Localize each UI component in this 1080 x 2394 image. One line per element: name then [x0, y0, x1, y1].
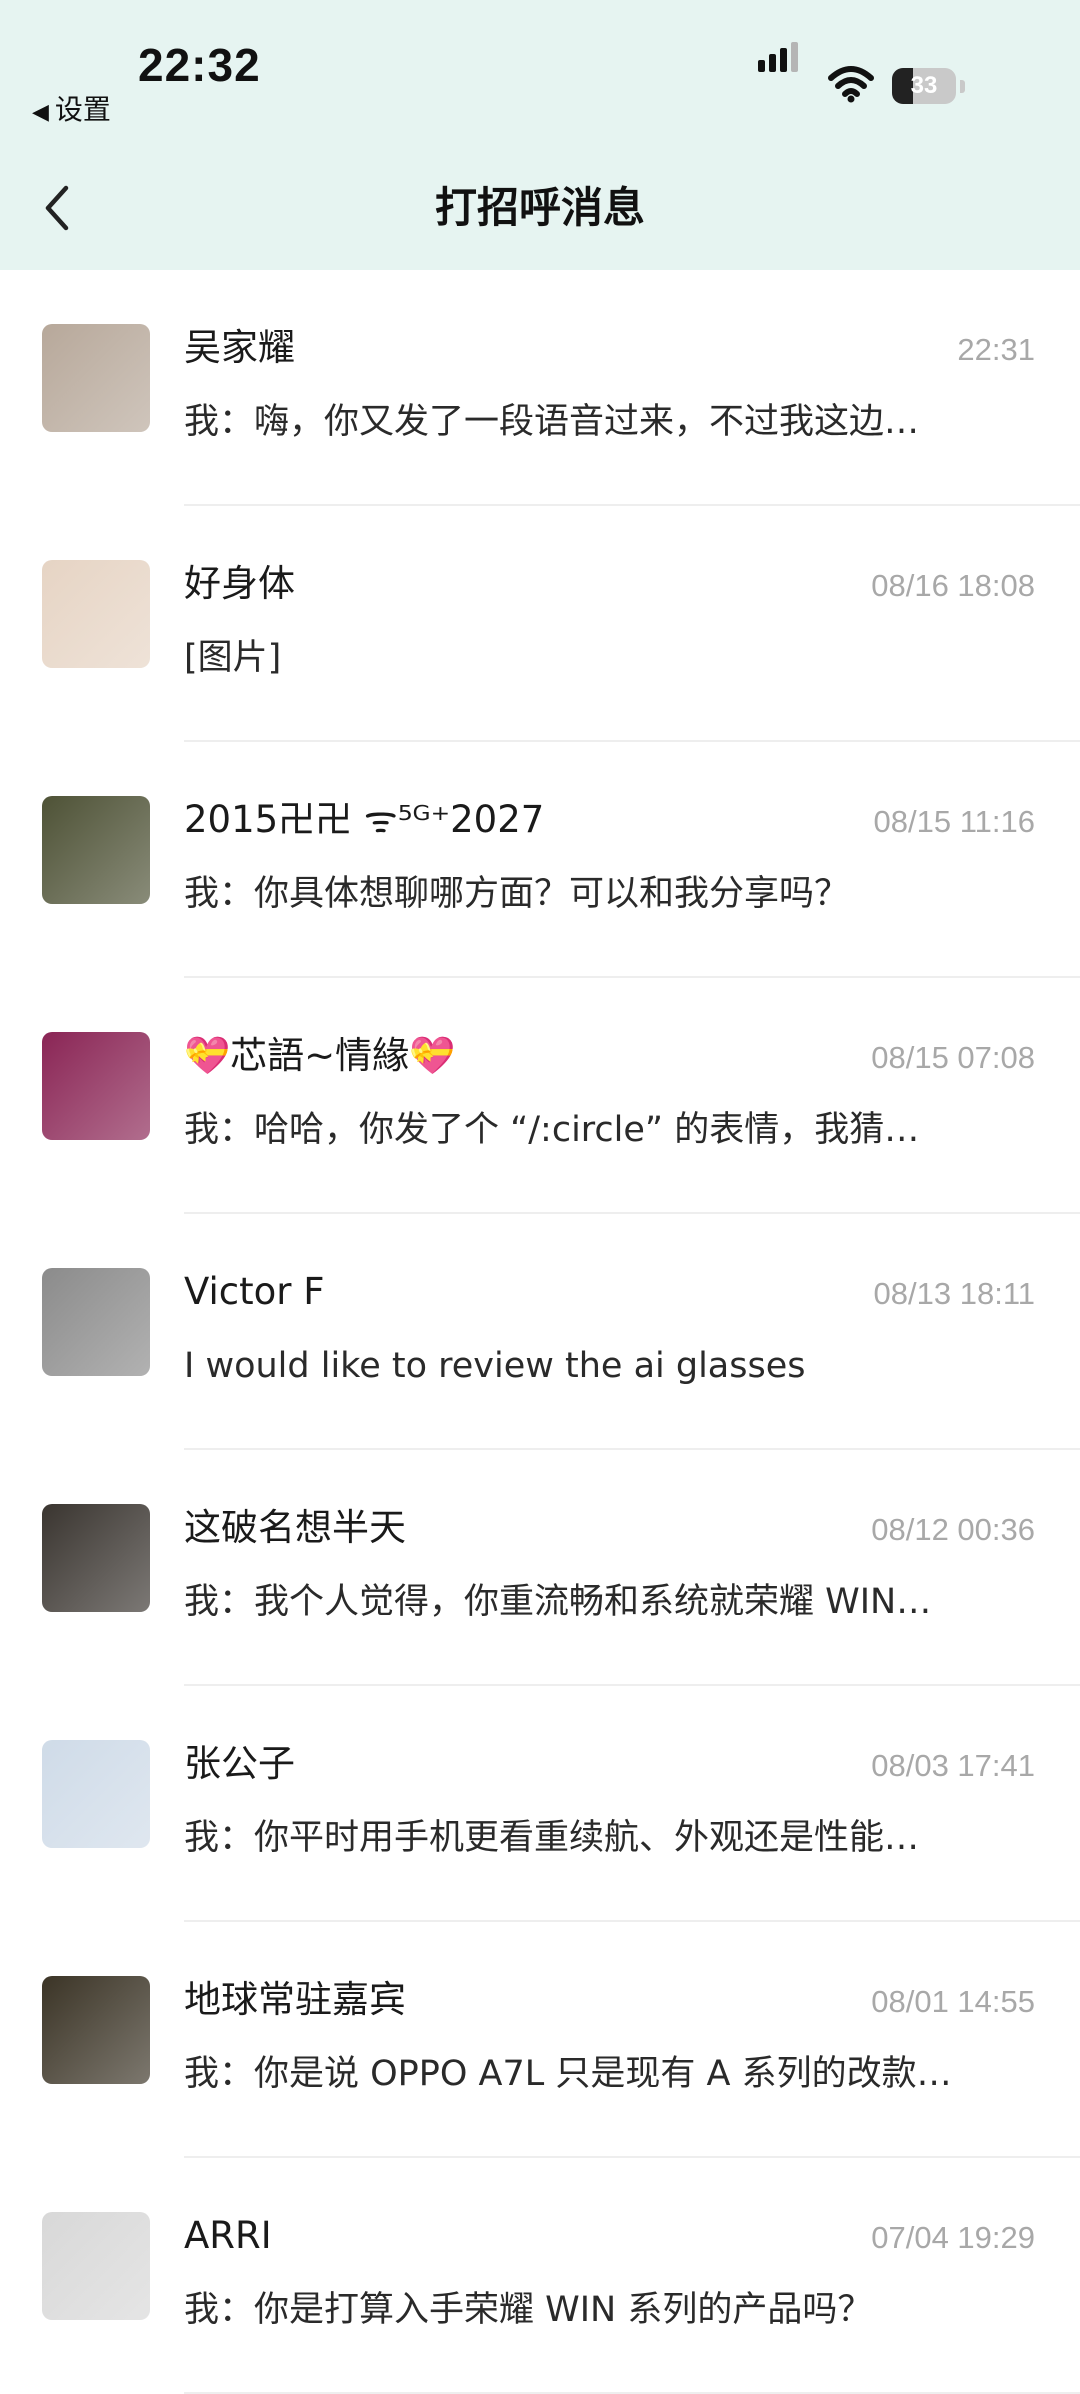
message-preview: 我：你是打算入手荣耀 WIN 系列的产品吗？: [184, 2290, 873, 2330]
photo-grid-avatar[interactable]: [42, 1504, 150, 1612]
status-time: 22:32: [138, 39, 261, 91]
message-preview: 我：你具体想聊哪方面？可以和我分享吗？: [184, 874, 850, 914]
family-photo-avatar[interactable]: [42, 324, 150, 432]
message-preview: 我：嗨，你又发了一段语音过来，不过我这边…: [184, 402, 920, 442]
contact-name: ARRI: [184, 2214, 272, 2257]
message-preview: 我：哈哈，你发了个 “/:circle” 的表情，我猜…: [184, 1110, 920, 1150]
contact-name: 💝芯語~情緣💝: [184, 1034, 456, 1077]
back-app-label: 设置: [54, 93, 111, 126]
man-portrait-avatar[interactable]: [42, 1268, 150, 1376]
conversation-row[interactable]: 地球常驻嘉宾 08/01 14:55 我：你是说 OPPO A7L 只是现有 A 系…: [0, 1922, 1080, 2158]
conversation-row[interactable]: 2015卍卍 ᯤ⁵ᴳ⁺2027 08/15 11:16 我：你具体想聊哪方面？可以和…: [0, 742, 1080, 978]
message-preview: [图片]: [184, 638, 282, 678]
conversation-row[interactable]: Victor F 08/13 18:11 I would like to revie…: [0, 1214, 1080, 1450]
message-time: 08/01 14:55: [871, 1984, 1035, 2019]
battery-level: 33: [910, 72, 938, 99]
contact-name: 吴家耀: [184, 326, 295, 369]
contact-name: 地球常驻嘉宾: [184, 1978, 406, 2021]
message-time: 08/13 18:11: [873, 1276, 1035, 1311]
message-time: 08/15 11:16: [873, 804, 1035, 839]
back-triangle-icon: ◀: [32, 100, 49, 125]
baby-photo-avatar[interactable]: [42, 560, 150, 668]
status-icons: 33: [758, 42, 988, 110]
camo-soldier-avatar[interactable]: [42, 796, 150, 904]
battery-icon: 33: [892, 68, 956, 104]
man-with-camera-avatar[interactable]: [42, 2212, 150, 2320]
message-time: 22:31: [957, 332, 1035, 367]
message-time: 07/04 19:29: [871, 2220, 1035, 2255]
boy-with-cat-avatar[interactable]: [42, 1740, 150, 1848]
costume-portrait-avatar[interactable]: [42, 1032, 150, 1140]
contact-name: 2015卍卍 ᯤ⁵ᴳ⁺2027: [184, 798, 545, 841]
message-time: 08/12 00:36: [871, 1512, 1035, 1547]
sunglasses-man-avatar[interactable]: [42, 1976, 150, 2084]
message-preview: 我：我个人觉得，你重流畅和系统就荣耀 WIN…: [184, 1582, 932, 1622]
contact-name: 好身体: [184, 562, 295, 605]
page-title: 打招呼消息: [434, 183, 645, 232]
wifi-icon: [828, 66, 874, 103]
conversation-row[interactable]: 这破名想半天 08/12 00:36 我：我个人觉得，你重流畅和系统就荣耀 WIN…: [0, 1450, 1080, 1686]
conversation-row[interactable]: 好身体 08/16 18:08 [图片]: [0, 506, 1080, 742]
contact-name: Victor F: [184, 1270, 325, 1313]
contact-name: 张公子: [184, 1742, 295, 1785]
message-time: 08/15 07:08: [871, 1040, 1035, 1075]
battery-tip: [960, 80, 965, 93]
conversation-row[interactable]: ARRI 07/04 19:29 我：你是打算入手荣耀 WIN 系列的产品吗？: [0, 2158, 1080, 2394]
conversation-list: 吴家耀 22:31 我：嗨，你又发了一段语音过来，不过我这边… 好身体 08/16 18…: [0, 270, 1080, 2394]
conversation-row[interactable]: 张公子 08/03 17:41 我：你平时用手机更看重续航、外观还是性能…: [0, 1686, 1080, 1922]
conversation-row[interactable]: 吴家耀 22:31 我：嗨，你又发了一段语音过来，不过我这边…: [0, 270, 1080, 506]
contact-name: 这破名想半天: [184, 1506, 406, 1549]
message-preview: 我：你平时用手机更看重续航、外观还是性能…: [184, 1818, 920, 1858]
message-preview: 我：你是说 OPPO A7L 只是现有 A 系列的改款…: [184, 2054, 952, 2094]
message-preview: I would like to review the ai glasses: [184, 1346, 806, 1386]
message-time: 08/03 17:41: [871, 1748, 1035, 1783]
back-to-app-link[interactable]: ◀ 设置: [32, 88, 111, 128]
top-bar: 22:32 ◀ 设置 33 打招呼消息: [0, 0, 1080, 270]
conversation-row[interactable]: 💝芯語~情緣💝 08/15 07:08 我：哈哈，你发了个 “/:circle” 的…: [0, 978, 1080, 1214]
message-time: 08/16 18:08: [871, 568, 1035, 603]
